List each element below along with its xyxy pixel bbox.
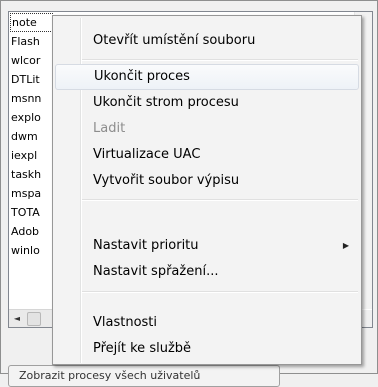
menu-separator	[82, 59, 358, 61]
menu-item-debug: Ladit	[93, 121, 126, 136]
menu-separator	[82, 199, 358, 201]
scroll-left-icon[interactable]: ◄	[9, 310, 25, 326]
menu-item-properties[interactable]: Vlastnosti	[55, 310, 359, 336]
menu-item-end-process[interactable]: Ukončit proces	[55, 64, 359, 90]
menu-item-end-process-tree[interactable]: Ukončit strom procesu	[55, 90, 359, 116]
context-menu: Otevřít umístění souboru Ukončit proces …	[52, 15, 362, 365]
menu-item-open-file-location[interactable]: Otevřít umístění souboru	[55, 28, 359, 54]
menu-separator	[82, 291, 358, 293]
submenu-arrow-icon: ▶	[342, 241, 349, 250]
menu-item-set-affinity[interactable]: Nastavit spřažení...	[55, 259, 359, 285]
process-row[interactable]: note	[10, 13, 53, 32]
menu-item-go-to-service[interactable]: Přejít ke službě	[55, 336, 359, 362]
menu-item-uac-virtualization[interactable]: Virtualizace UAC	[55, 142, 359, 168]
menu-item-label: Nastavit prioritu	[93, 238, 199, 253]
menu-item-create-dump-file[interactable]: Vytvořit soubor výpisu	[55, 168, 359, 194]
menu-item-set-priority[interactable]: Nastavit prioritu ▶	[55, 233, 359, 259]
show-all-processes-button[interactable]: Zobrazit procesy všech uživatelů	[8, 365, 280, 387]
scrollbar-thumb[interactable]	[27, 312, 41, 326]
